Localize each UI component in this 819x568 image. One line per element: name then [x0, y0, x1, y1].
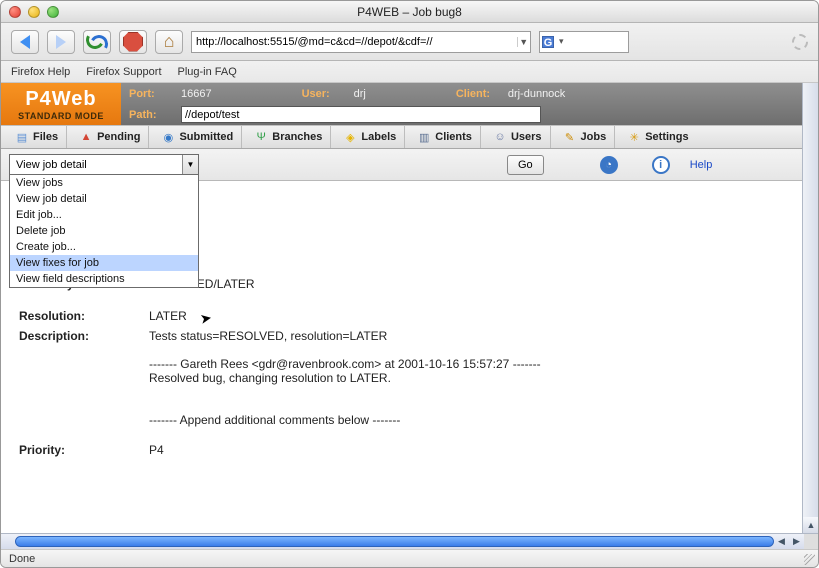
tab-submitted[interactable]: ◉Submitted	[153, 126, 242, 148]
dropdown-option[interactable]: View job detail	[10, 191, 198, 207]
priority-value: P4	[149, 443, 784, 457]
path-label: Path:	[129, 109, 171, 121]
client-label: Client:	[456, 88, 498, 100]
scroll-corner	[804, 534, 818, 549]
window-title: P4WEB – Job bug8	[1, 5, 818, 19]
logo-sub: STANDARD MODE	[18, 111, 104, 121]
status-text: Done	[9, 553, 35, 565]
port-value: 16667	[181, 88, 212, 100]
browser-toolbar: ⌂ ▼ G ▾	[1, 23, 818, 61]
branches-icon: Ψ	[254, 130, 268, 144]
throbber-icon	[792, 34, 808, 50]
bookmarks-bar: Firefox Help Firefox Support Plug-in FAQ	[1, 61, 818, 83]
p4web-logo: P4Web STANDARD MODE	[1, 83, 121, 125]
url-dropdown-icon[interactable]: ▼	[517, 37, 530, 47]
resolution-label: Resolution:	[19, 309, 149, 323]
summary-value: RESOLVED/LATER	[149, 277, 784, 291]
forward-button[interactable]	[47, 30, 75, 54]
tab-clients[interactable]: ▥Clients	[409, 126, 481, 148]
resolution-value: LATER	[149, 309, 784, 323]
google-icon: G	[542, 36, 554, 48]
action-dropdown: View jobs View job detail Edit job... De…	[9, 174, 199, 288]
date-value: 08:36	[149, 257, 784, 271]
clients-icon: ▥	[417, 130, 431, 144]
reload-button[interactable]	[83, 30, 111, 54]
description-label: Description:	[19, 329, 149, 427]
labels-icon: ◈	[343, 130, 357, 144]
search-input[interactable]	[567, 36, 617, 48]
dropdown-option[interactable]: View jobs	[10, 175, 198, 191]
path-input[interactable]	[181, 106, 541, 123]
description-value: Tests status=RESOLVED, resolution=LATER …	[149, 329, 784, 427]
jobs-icon: ✎	[563, 130, 577, 144]
dropdown-option-highlighted[interactable]: View fixes for job	[10, 255, 198, 271]
bookmark-link[interactable]: Firefox Help	[11, 66, 70, 78]
dropdown-option[interactable]: Edit job...	[10, 207, 198, 223]
action-select[interactable]: View job detail ▼ View jobs View job det…	[9, 154, 199, 175]
tab-users[interactable]: ☺Users	[485, 126, 551, 148]
action-select-box[interactable]: View job detail ▼	[9, 154, 199, 175]
logo-main: P4Web	[25, 88, 96, 111]
main-tabs: ▤Files ▲Pending ◉Submitted ΨBranches ◈La…	[1, 125, 802, 149]
help-link[interactable]: Help	[690, 159, 713, 171]
chevron-down-icon[interactable]: ▼	[182, 155, 198, 174]
recent-icon[interactable]: ◔	[600, 156, 618, 174]
action-select-value: View job detail	[16, 159, 87, 171]
header-info: Port: 16667 User: drj Client: drj-dunnoc…	[121, 83, 802, 125]
home-button[interactable]: ⌂	[155, 30, 183, 54]
url-input[interactable]	[192, 36, 517, 48]
dropdown-option[interactable]: Create job...	[10, 239, 198, 255]
submitted-icon: ◉	[161, 130, 175, 144]
tab-labels[interactable]: ◈Labels	[335, 126, 405, 148]
port-label: Port:	[129, 88, 171, 100]
tab-pending[interactable]: ▲Pending	[71, 126, 149, 148]
tab-jobs[interactable]: ✎Jobs	[555, 126, 616, 148]
pending-icon: ▲	[79, 130, 93, 144]
priority-label: Priority:	[19, 443, 149, 457]
search-bar[interactable]: G ▾	[539, 31, 629, 53]
browser-window: P4WEB – Job bug8 ⌂ ▼ G ▾ Firefox Help Fi…	[0, 0, 819, 568]
scroll-left-icon[interactable]: ◀	[774, 534, 789, 549]
search-engine-dropdown-icon[interactable]: ▾	[556, 36, 567, 47]
bookmark-link[interactable]: Firefox Support	[86, 66, 161, 78]
tab-branches[interactable]: ΨBranches	[246, 126, 331, 148]
horizontal-scrollbar[interactable]: ◀ ▶	[1, 533, 818, 549]
dropdown-option[interactable]: View field descriptions	[10, 271, 198, 287]
stop-button[interactable]	[119, 30, 147, 54]
users-icon: ☺	[493, 130, 507, 144]
file-icon: ▤	[15, 130, 29, 144]
scroll-right-icon[interactable]: ▶	[789, 534, 804, 549]
resize-grip[interactable]	[804, 554, 815, 565]
status-bar: Done	[1, 549, 818, 567]
tab-files[interactable]: ▤Files	[7, 126, 67, 148]
control-bar: View job detail ▼ View jobs View job det…	[1, 149, 802, 181]
settings-icon: ✳	[627, 130, 641, 144]
titlebar: P4WEB – Job bug8	[1, 1, 818, 23]
info-icon[interactable]: i	[652, 156, 670, 174]
dropdown-option[interactable]: Delete job	[10, 223, 198, 239]
user-label: User:	[302, 88, 344, 100]
go-button[interactable]: Go	[507, 155, 544, 175]
user-value: drj	[354, 88, 366, 100]
vertical-scrollbar[interactable]: ▲ ▼	[802, 83, 818, 549]
content-area: ▲ ▼ P4Web STANDARD MODE Port: 16667 User…	[1, 83, 818, 549]
scroll-up-icon[interactable]: ▲	[803, 517, 819, 533]
url-bar[interactable]: ▼	[191, 31, 531, 53]
home-icon: ⌂	[164, 31, 175, 52]
tab-settings[interactable]: ✳Settings	[619, 126, 696, 148]
back-button[interactable]	[11, 30, 39, 54]
bookmark-link[interactable]: Plug-in FAQ	[178, 66, 237, 78]
p4web-header: P4Web STANDARD MODE Port: 16667 User: dr…	[1, 83, 802, 125]
hscroll-thumb[interactable]	[15, 536, 774, 547]
client-value: drj-dunnock	[508, 88, 565, 100]
